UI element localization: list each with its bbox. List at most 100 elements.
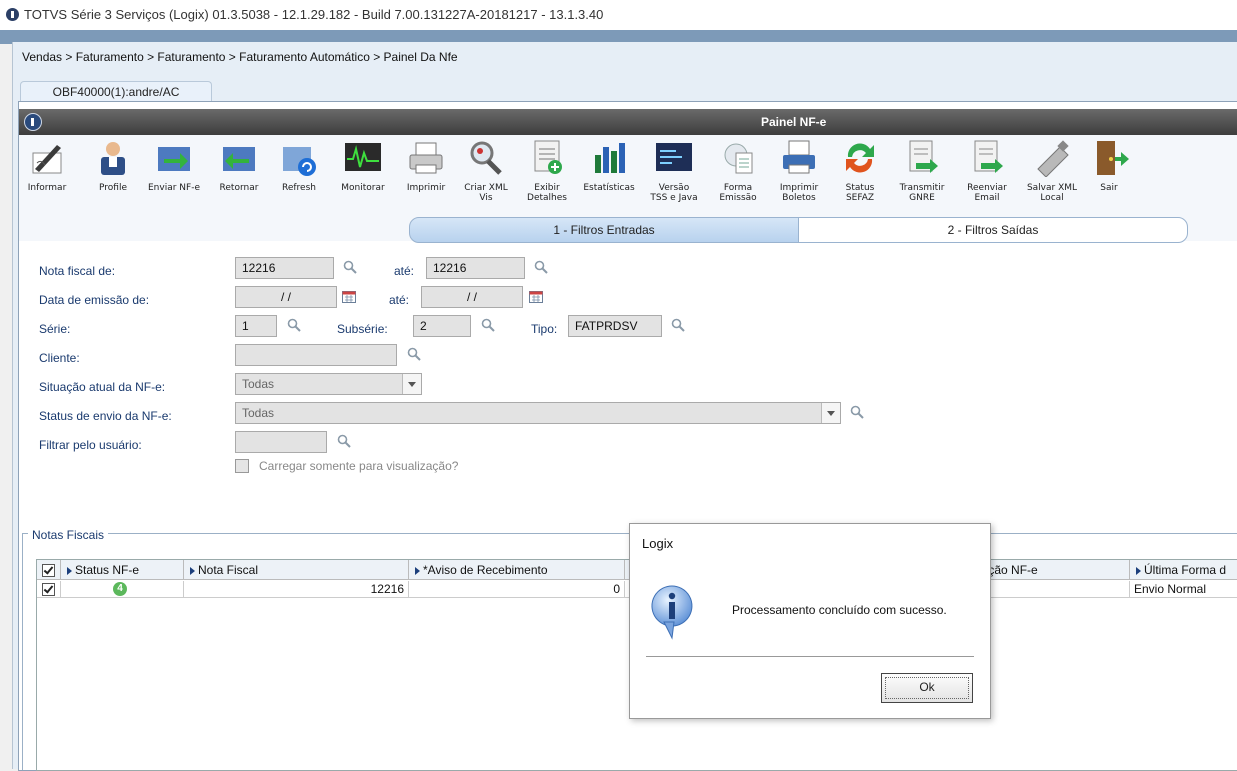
printer-icon <box>409 142 443 174</box>
sair-button[interactable]: Sair <box>1089 139 1129 214</box>
usb-drive-icon <box>1037 140 1069 178</box>
dialog-message: Processamento concluído com sucesso. <box>732 603 947 617</box>
status-envio-select[interactable]: Todas <box>235 402 841 424</box>
enviar-nfe-button[interactable]: Enviar NF-e <box>143 139 205 214</box>
details-document-icon <box>534 140 562 174</box>
search-icon[interactable] <box>534 260 548 274</box>
panel-title: Painel NF-e <box>761 115 827 129</box>
tab-filtros-saidas[interactable]: 2 - Filtros Saídas <box>798 217 1188 243</box>
column-header-aviso[interactable]: *Aviso de Recebimento <box>409 560 625 580</box>
search-icon[interactable] <box>407 347 421 361</box>
monitor-icon <box>345 143 381 171</box>
transmitir-gnre-button[interactable]: Transmitir GNRE <box>893 139 951 214</box>
tipo-input[interactable]: FATPRDSV <box>568 315 662 337</box>
nota-fiscal-cell: 12216 <box>184 581 409 598</box>
informar-button[interactable]: Informar <box>25 139 69 214</box>
info-icon <box>651 585 693 640</box>
column-header-ultima-forma[interactable]: Última Forma d <box>1130 560 1237 580</box>
filter-form <box>19 243 1237 513</box>
reenviar-email-button[interactable]: Reenviar Email <box>959 139 1015 214</box>
dialog-title: Logix <box>642 536 674 551</box>
cliente-input[interactable] <box>235 344 397 366</box>
pencil-paper-icon <box>32 145 62 174</box>
filtrar-usuario-input[interactable] <box>235 431 327 453</box>
filter-tabs: 1 - Filtros Entradas 2 - Filtros Saídas <box>409 217 1188 243</box>
row-checkbox[interactable] <box>42 583 55 596</box>
situacao-select[interactable]: Todas <box>235 373 422 395</box>
data-ate-label: até: <box>389 293 410 307</box>
search-icon[interactable] <box>337 434 351 448</box>
exibir-detalhes-button[interactable]: Exibir Detalhes <box>521 139 573 214</box>
transmit-document-icon <box>909 140 938 173</box>
carregar-checkbox[interactable] <box>235 459 249 473</box>
situacao-label: Situação atual da NF-e: <box>39 380 166 394</box>
row-checkbox-cell[interactable] <box>37 581 61 598</box>
refresh-icon <box>283 147 316 176</box>
select-all-header[interactable] <box>37 560 61 580</box>
column-header-situacao[interactable]: Situação NF-e <box>961 560 1130 580</box>
dialog-separator <box>646 656 974 657</box>
printer-doc-icon <box>783 140 815 174</box>
breadcrumb: Vendas > Faturamento > Faturamento > Fat… <box>22 50 458 64</box>
data-emissao-de-input[interactable]: / / <box>235 286 337 308</box>
terminal-screen-icon <box>656 143 692 171</box>
monitorar-button[interactable]: Monitorar <box>333 139 393 214</box>
salvar-xml-local-button[interactable]: Salvar XML Local <box>1021 139 1083 214</box>
carregar-label: Carregar somente para visualização? <box>259 459 459 473</box>
user-profile-icon <box>101 142 125 175</box>
tab-filtros-entradas[interactable]: 1 - Filtros Entradas <box>409 217 799 243</box>
select-all-checkbox[interactable] <box>42 564 55 577</box>
serie-input[interactable]: 1 <box>235 315 277 337</box>
forma-emissao-button[interactable]: Forma Emissão <box>711 139 765 214</box>
nota-fiscal-ate-input[interactable]: 12216 <box>426 257 525 279</box>
search-icon[interactable] <box>481 318 495 332</box>
totvs-logo-icon <box>6 8 19 21</box>
data-emissao-ate-input[interactable]: / / <box>421 286 523 308</box>
profile-button[interactable]: Profile <box>93 139 133 214</box>
imprimir-boletos-button[interactable]: Imprimir Boletos <box>771 139 827 214</box>
subserie-input[interactable]: 2 <box>413 315 471 337</box>
retornar-button[interactable]: Retornar <box>213 139 265 214</box>
status-badge: 4 <box>113 582 127 596</box>
chevron-down-icon[interactable] <box>402 374 421 394</box>
search-icon[interactable] <box>343 260 357 274</box>
window-title: TOTVS Série 3 Serviços (Logix) 01.3.5038… <box>24 7 604 22</box>
data-emissao-label: Data de emissão de: <box>39 293 150 307</box>
cliente-label: Cliente: <box>39 351 80 365</box>
serie-label: Série: <box>39 322 71 336</box>
gear-document-icon <box>724 143 753 174</box>
search-icon[interactable] <box>671 318 685 332</box>
panel-header: Painel NF-e <box>19 109 1237 135</box>
refresh-button[interactable]: Refresh <box>275 139 323 214</box>
send-arrow-icon <box>158 147 190 171</box>
nota-fiscal-de-input[interactable]: 12216 <box>235 257 334 279</box>
notas-fiscais-legend: Notas Fiscais <box>28 528 109 542</box>
search-icon[interactable] <box>850 405 864 419</box>
status-cycle-icon <box>846 143 874 173</box>
filtrar-usuario-label: Filtrar pelo usuário: <box>39 438 142 452</box>
calendar-icon[interactable] <box>529 291 543 303</box>
estatisticas-button[interactable]: Estatísticas <box>579 139 639 214</box>
criar-xml-vis-button[interactable]: Criar XML Vis <box>459 139 513 214</box>
status-cell: 4 <box>61 581 184 598</box>
search-icon[interactable] <box>287 318 301 332</box>
aviso-cell: 0 <box>409 581 625 598</box>
exit-door-icon <box>1097 141 1129 175</box>
ok-button[interactable]: Ok <box>881 673 973 703</box>
nota-fiscal-ate-label: até: <box>394 264 415 278</box>
tipo-label: Tipo: <box>531 322 558 336</box>
chevron-down-icon[interactable] <box>821 403 840 423</box>
status-sefaz-button[interactable]: Status SEFAZ <box>835 139 885 214</box>
resend-document-icon <box>974 140 1003 173</box>
window-titlebar: TOTVS Série 3 Serviços (Logix) 01.3.5038… <box>0 0 1237 30</box>
column-header-nota-fiscal[interactable]: Nota Fiscal <box>184 560 409 580</box>
tab-obf40000[interactable]: OBF40000(1):andre/AC <box>20 81 212 102</box>
situacao-cell: al <box>975 581 1130 598</box>
versao-tss-java-button[interactable]: Versão TSS e Java <box>645 139 703 214</box>
bar-chart-icon <box>595 143 625 173</box>
imprimir-button[interactable]: Imprimir <box>399 139 453 214</box>
ultima-forma-cell: Envio Normal <box>1130 581 1237 598</box>
calendar-icon[interactable] <box>342 291 356 303</box>
column-header-status[interactable]: Status NF-e <box>61 560 184 580</box>
status-envio-label: Status de envio da NF-e: <box>39 409 172 423</box>
